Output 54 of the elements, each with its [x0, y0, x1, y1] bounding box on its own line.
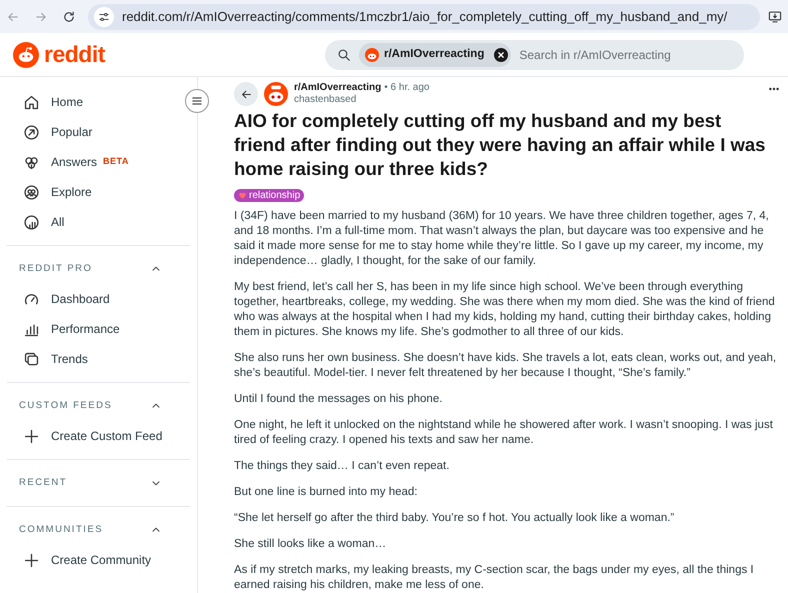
section-header[interactable]: RECENT: [7, 468, 190, 498]
plus-icon: [23, 428, 40, 444]
post-paragraph: She still looks like a woman…: [234, 537, 388, 552]
sidebar-item[interactable]: Trends: [7, 344, 176, 374]
beta-label: BETA: [103, 155, 129, 168]
plus-icon: [23, 552, 40, 568]
community-avatar-icon[interactable]: [264, 82, 288, 106]
url-text: reddit.com/r/AmIOverreacting/comments/1mczbr1/aio_for_completely_cutting_off_my_husband_and_my/: [122, 8, 728, 26]
post-time: • 6 hr. ago: [384, 82, 430, 94]
post-paragraph: I (34F) have been married to my husband (36M) for 10 years. We have three children together, ages 7, 4, and 18 months. I’m a full-time mom. That wasn’t always the plan, but daycare was too expensive and he said it made more sense for me to stay home while they’re little. So I gave up my career, my income, my independence… gladly, I thought, for the sake of our family.: [234, 209, 770, 269]
community-avatar-icon: [365, 48, 379, 62]
flair-tag[interactable]: relationship: [234, 189, 304, 202]
reload-icon[interactable]: [62, 10, 76, 24]
sidebar-item[interactable]: Create Community: [7, 545, 176, 575]
sidebar-item[interactable]: Popular: [7, 117, 176, 147]
sidebar-item[interactable]: Answers BETA: [7, 147, 176, 177]
back-button[interactable]: [234, 82, 258, 106]
post-paragraph: As if my stretch marks, my leaking breasts, my C-section scar, the bags under my eyes, all the things I earned raising his children, make me less of one.: [234, 563, 755, 593]
back-arrow-icon: [240, 88, 252, 100]
sidebar-item[interactable]: Create Custom Feed: [7, 421, 176, 451]
post-paragraph: She also runs her own business. She doesn’t have kids. She travels a lot, eats clean, works out, and yeah, she’s beautiful. Model-tier. I never felt threatened by her because I thought, “She’s family.”: [234, 351, 778, 381]
sidebar-item[interactable]: Explore: [7, 177, 176, 207]
post-paragraph: My best friend, let’s call her S, has been in my life since high school. We’ve been through everything together, heartbreaks, college, my wedding. She was there when my mom died. She was the kind of friend who was always at the hospital when I had my kids, holding my hand, cutting their birthday cakes, holding them in pictures. She knows my life. She’s godmother to all three of our kids.: [234, 280, 776, 340]
post-paragraph: But one line is burned into my head:: [234, 485, 418, 500]
home-icon: [23, 94, 40, 110]
collapse-sidebar-button[interactable]: [185, 89, 209, 113]
close-icon[interactable]: [494, 48, 508, 62]
search-field[interactable]: r/AmIOverreacting Search in r/AmIOverreacting: [325, 40, 744, 70]
sidebar-item[interactable]: Performance: [7, 314, 176, 344]
subreddit-link[interactable]: r/AmIOverreacting: [294, 82, 382, 94]
post-paragraph: “She let herself go after the third baby. You’re so f hot. You actually look like a woman.”: [234, 511, 676, 526]
address-bar[interactable]: reddit.com/r/AmIOverreacting/comments/1mczbr1/aio_for_completely_cutting_off_my_husband_and_my/: [88, 4, 760, 30]
install-icon[interactable]: [768, 10, 782, 24]
heart-icon: [238, 191, 247, 200]
reddit-logo-icon[interactable]: [13, 42, 39, 68]
stacked-squares-icon: [23, 350, 40, 368]
sidebar-item[interactable]: Home: [7, 87, 176, 117]
post-paragraph: The things they said… I can’t even repeat.: [234, 459, 450, 474]
section-header[interactable]: REDDIT PRO: [7, 254, 190, 284]
section-header[interactable]: COMMUNITIES: [7, 515, 190, 545]
search-icon: [337, 48, 351, 62]
post-paragraph: One night, he left it unlocked on the nightstand while he showered after work. I wasn’t snooping. I was just tired of feeling crazy. I opened his texts and saw her name.: [234, 418, 774, 448]
sidebar-item[interactable]: All: [7, 207, 176, 237]
post-paragraph: Until I found the messages on his phone.: [234, 392, 444, 407]
site-settings-icon[interactable]: [98, 10, 110, 22]
community-name: r/AmIOverreacting: [384, 47, 484, 62]
section-header[interactable]: CUSTOM FEEDS: [7, 391, 190, 421]
sidebar-item[interactable]: Dashboard: [7, 284, 176, 314]
chart-circle-icon: [23, 214, 40, 230]
post-title: AIO for completely cutting off my husband and my best friend after finding out they were having an affair while I was home raising our three kids?: [234, 109, 766, 181]
community-chip[interactable]: r/AmIOverreacting: [359, 43, 512, 67]
author-link[interactable]: chastenbased: [294, 94, 430, 106]
explore-icon: [23, 184, 40, 200]
menu-icon: [191, 95, 203, 107]
